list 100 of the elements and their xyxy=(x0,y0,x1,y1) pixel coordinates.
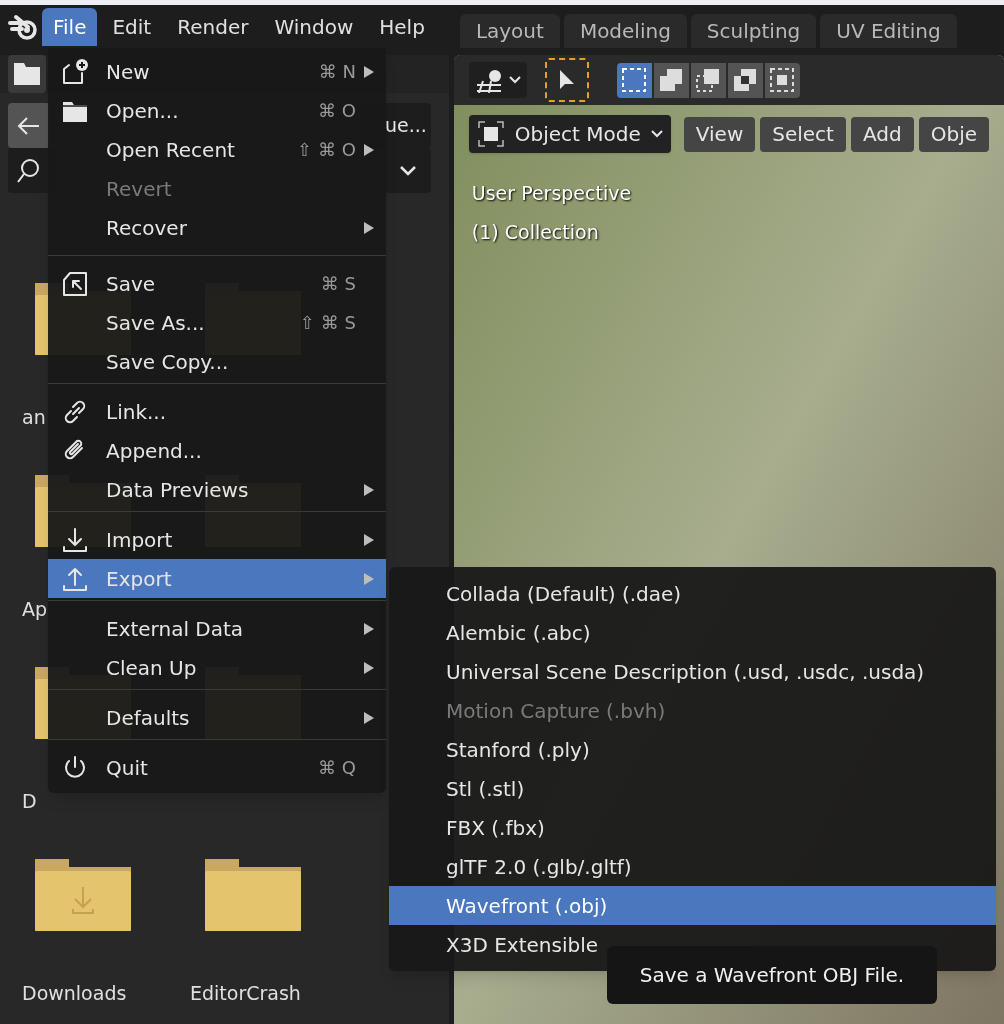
menu-item[interactable]: Save ⌘ S xyxy=(48,264,386,303)
viewport-menu-button[interactable]: Obje xyxy=(918,116,989,152)
viewport-menu-button[interactable]: Select xyxy=(760,116,846,152)
menu-bar-item[interactable]: Edit xyxy=(101,7,163,46)
shortcut-text: ⌘ S xyxy=(320,272,356,296)
chevron-down-icon xyxy=(398,164,417,177)
file-name: Downloads xyxy=(22,981,127,1006)
submenu-arrow-icon xyxy=(364,711,374,724)
file-name: Ap xyxy=(22,597,48,622)
menu-item-label: External Data xyxy=(106,615,244,643)
menu-item[interactable]: Collada (Default) (.dae) xyxy=(389,574,996,613)
menu-item-label: Save xyxy=(106,270,156,298)
menu-item[interactable]: Stl (.stl) xyxy=(389,769,996,808)
viewport-info-text: (1) Collection xyxy=(471,219,600,245)
menu-bar-item[interactable]: File xyxy=(42,7,98,46)
menu-item[interactable]: Recover xyxy=(48,208,386,247)
submenu-arrow-icon xyxy=(364,533,374,546)
transform-dropdown[interactable] xyxy=(468,62,527,98)
menu-bar-item[interactable]: Help xyxy=(368,7,436,46)
submenu-arrow-icon xyxy=(364,65,374,78)
menu-item-label: Append... xyxy=(106,437,202,465)
menu-item-label: Defaults xyxy=(106,704,190,732)
editor-type-button[interactable] xyxy=(8,55,46,93)
menu-item[interactable]: Link... xyxy=(48,392,386,431)
menu-item-label: New xyxy=(106,58,150,86)
selection-mode-button[interactable] xyxy=(653,62,689,98)
selection-mode-icon xyxy=(732,67,759,93)
submenu-arrow-icon xyxy=(364,661,374,674)
menu-item-label: Save As... xyxy=(106,309,205,337)
selection-mode-button[interactable] xyxy=(616,62,652,98)
search-icon xyxy=(16,157,40,184)
left-arrow-icon xyxy=(17,115,41,136)
menu-item[interactable]: Stanford (.ply) xyxy=(389,730,996,769)
menu-item[interactable]: Data Previews xyxy=(48,470,386,509)
selection-mode-icon xyxy=(621,67,648,93)
file-name: EditorCrash xyxy=(190,981,301,1006)
download-folder-icon xyxy=(35,859,131,931)
workspace-tab[interactable]: Modeling xyxy=(563,14,687,48)
submenu-arrow-icon xyxy=(364,221,374,234)
menu-item-label: Open Recent xyxy=(106,136,235,164)
cursor-icon xyxy=(557,69,576,91)
menu-bar-item[interactable]: Render xyxy=(166,7,260,46)
menu-item-label: Import xyxy=(106,526,173,554)
viewport-menu-button[interactable]: Add xyxy=(850,116,914,152)
menu-item[interactable]: Export xyxy=(48,559,386,598)
menu-item-label: Data Previews xyxy=(106,476,249,504)
menu-item[interactable]: New ⌘ N xyxy=(48,52,386,91)
chevron-down-icon xyxy=(650,130,663,138)
folder-icon xyxy=(205,859,301,931)
menu-item[interactable]: Quit ⌘ Q xyxy=(48,748,386,787)
menu-item[interactable]: Append... xyxy=(48,431,386,470)
back-button[interactable] xyxy=(8,103,50,148)
mode-dropdown[interactable]: Object Mode xyxy=(468,115,671,153)
menu-item[interactable]: External Data xyxy=(48,609,386,648)
shortcut-text: ⌘ Q xyxy=(318,756,356,780)
menu-item-label: Link... xyxy=(106,398,167,426)
menu-item-label: Open... xyxy=(106,97,179,125)
menu-item[interactable]: Save As... ⇧ ⌘ S xyxy=(48,303,386,342)
menu-item[interactable]: Save Copy... xyxy=(48,342,386,381)
menu-item-label: Export xyxy=(106,565,172,593)
tooltip: Save a Wavefront OBJ File. xyxy=(607,946,937,1004)
menu-item[interactable]: Wavefront (.obj) xyxy=(389,886,996,925)
folder-icon xyxy=(14,63,40,85)
menu-item-label: Revert xyxy=(106,175,172,203)
menu-item[interactable]: Universal Scene Description (.usd, .usdc, .usda) xyxy=(389,652,996,691)
submenu-arrow-icon xyxy=(364,143,374,156)
selection-mode-button[interactable] xyxy=(764,62,800,98)
menu-item[interactable]: FBX (.fbx) xyxy=(389,808,996,847)
menu-item[interactable]: Clean Up xyxy=(48,648,386,687)
new-file-icon xyxy=(60,56,90,87)
chevron-down-icon xyxy=(508,76,521,84)
menu-item-label: Clean Up xyxy=(106,654,197,682)
file-name: D xyxy=(22,789,37,814)
selection-mode-icon xyxy=(658,67,685,93)
workspace-tab[interactable]: Sculpting xyxy=(690,14,817,48)
viewport-info-text: User Perspective xyxy=(471,181,633,206)
select-tool-button[interactable] xyxy=(544,58,589,102)
menu-item-label: Quit xyxy=(106,754,148,782)
object-mode-icon xyxy=(476,120,505,148)
shortcut-text: ⇧ ⌘ O xyxy=(297,138,356,162)
shortcut-text: ⌘ N xyxy=(318,60,356,84)
selection-mode-button[interactable] xyxy=(690,62,726,98)
selection-mode-button[interactable] xyxy=(727,62,763,98)
menu-item[interactable]: Import xyxy=(48,520,386,559)
menu-item[interactable]: Alembic (.abc) xyxy=(389,613,996,652)
menu-item-label: Save Copy... xyxy=(106,348,229,376)
menu-item[interactable]: glTF 2.0 (.glb/.gltf) xyxy=(389,847,996,886)
shortcut-text: ⇧ ⌘ S xyxy=(300,311,356,335)
workspace-tab[interactable]: UV Editing xyxy=(820,14,957,48)
menu-item[interactable]: Defaults xyxy=(48,698,386,737)
menu-bar-item[interactable]: Window xyxy=(263,7,365,46)
selection-mode-icon xyxy=(769,67,796,93)
workspace-tab[interactable]: Layout xyxy=(459,14,560,48)
submenu-arrow-icon xyxy=(364,572,374,585)
submenu-arrow-icon xyxy=(364,483,374,496)
shortcut-text: ⌘ O xyxy=(318,99,356,123)
app-logo-icon[interactable] xyxy=(8,12,38,41)
file-name: an xyxy=(22,405,46,430)
mode-label: Object Mode xyxy=(514,121,641,148)
viewport-menu-button[interactable]: View xyxy=(683,116,756,152)
